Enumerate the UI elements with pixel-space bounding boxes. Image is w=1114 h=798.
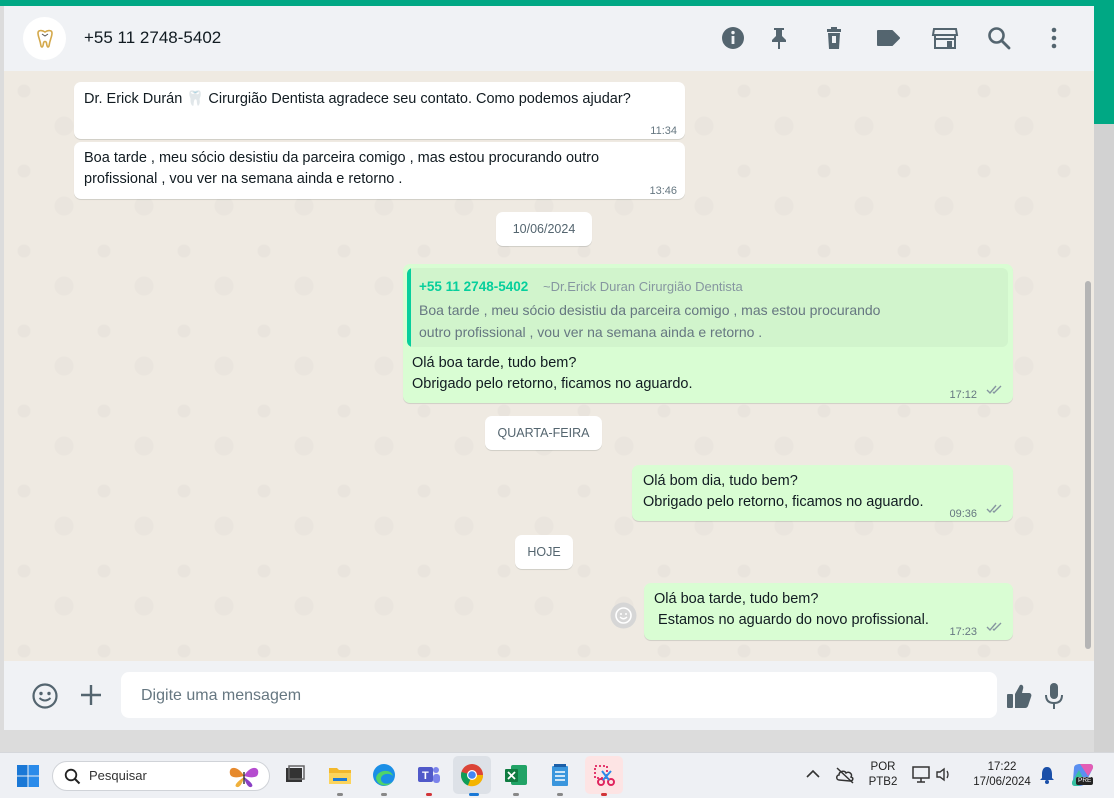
running-indicator	[469, 793, 479, 796]
message-text-line: Obrigado pelo retorno, ficamos no aguard…	[412, 376, 693, 392]
chat-scrollbar[interactable]	[1085, 281, 1091, 649]
window-right-edge	[1094, 124, 1114, 752]
edge-browser-icon[interactable]	[371, 762, 397, 788]
network-icon[interactable]	[912, 766, 930, 783]
message-text-line: Olá bom dia, tudo bem?	[643, 473, 798, 489]
quote-text-line: Boa tarde , meu sócio desistiu da parcei…	[419, 302, 881, 318]
message-time: 17:12	[949, 389, 977, 401]
attach-plus-icon[interactable]	[79, 683, 103, 707]
running-indicator	[337, 793, 343, 796]
svg-text:T: T	[422, 770, 429, 782]
quote-author-tag: ~Dr.Erick Duran Cirurgião Dentista	[543, 279, 743, 294]
message-text-line: Boa tarde , meu sócio desistiu da parcei…	[84, 150, 600, 166]
message-text: Dr. Erick Durán 🦷 Cirurgião Dentista agr…	[84, 91, 631, 107]
chat-messages[interactable]: Dr. Erick Durán 🦷 Cirurgião Dentista agr…	[4, 71, 1094, 661]
running-indicator	[601, 793, 607, 796]
message-text-line: Estamos no aguardo do novo profissional.	[654, 612, 929, 628]
date-divider: HOJE	[515, 535, 573, 569]
preview-badge: PRE	[1076, 777, 1094, 785]
store-icon[interactable]	[931, 25, 959, 51]
chevron-up-icon[interactable]	[806, 769, 820, 779]
quote-text-line: outro profissional , vou ver na semana a…	[419, 324, 763, 340]
taskbar-search-label: Pesquisar	[89, 768, 147, 783]
label-icon[interactable]	[875, 25, 901, 51]
thumbs-up-icon[interactable]	[1005, 682, 1033, 710]
running-indicator	[513, 793, 519, 796]
info-icon[interactable]	[720, 25, 746, 51]
message-time: 09:36	[949, 508, 977, 520]
message-time: 11:34	[650, 125, 677, 137]
message-outgoing-reply[interactable]: +55 11 2748-5402 ~Dr.Erick Duran Cirurgi…	[403, 264, 1013, 403]
message-time: 17:23	[949, 626, 977, 638]
tooth-logo-icon	[37, 29, 53, 48]
message-text-line: Obrigado pelo retorno, ficamos no aguard…	[643, 494, 924, 510]
pin-icon[interactable]	[766, 25, 792, 51]
notepad-icon[interactable]	[547, 762, 573, 788]
message-composer	[4, 661, 1094, 730]
quoted-message[interactable]: +55 11 2748-5402 ~Dr.Erick Duran Cirurgi…	[407, 268, 1008, 347]
message-incoming[interactable]: Boa tarde , meu sócio desistiu da parcei…	[74, 142, 685, 199]
task-view-icon[interactable]	[282, 762, 308, 788]
running-indicator	[426, 793, 432, 796]
message-text-line: profissional , vou ver na semana ainda e…	[84, 171, 403, 187]
window-right-accent	[1094, 6, 1114, 124]
chrome-browser-icon[interactable]	[459, 762, 485, 788]
message-outgoing[interactable]: Olá bom dia, tudo bem? Obrigado pelo ret…	[632, 465, 1013, 521]
taskbar-search-icon	[64, 768, 81, 785]
windows-taskbar: Pesquisar T POR PTB2 17:22 17/06/2024 PR…	[0, 752, 1114, 798]
onedrive-offline-icon[interactable]	[835, 766, 855, 784]
excel-icon[interactable]	[503, 762, 529, 788]
double-check-icon	[986, 504, 1002, 514]
file-explorer-icon[interactable]	[327, 762, 353, 788]
clock[interactable]: 17:22 17/06/2024	[962, 760, 1042, 790]
double-check-icon	[986, 622, 1002, 632]
snipping-tool-icon[interactable]	[591, 762, 617, 788]
reaction-emoji-icon[interactable]	[610, 602, 637, 629]
message-text-line: Olá boa tarde, tudo bem?	[412, 355, 577, 371]
double-check-icon	[986, 385, 1002, 395]
teams-icon[interactable]: T	[416, 762, 442, 788]
whatsapp-window: +55 11 2748-5402 Dr. Erick Durán 🦷 Cirur…	[4, 6, 1094, 730]
message-outgoing[interactable]: Olá boa tarde, tudo bem? Estamos no agua…	[644, 583, 1013, 640]
contact-avatar[interactable]	[23, 17, 66, 60]
windows-start-icon[interactable]	[16, 764, 40, 788]
date-divider: QUARTA-FEIRA	[485, 416, 602, 450]
clock-date: 17/06/2024	[973, 776, 1031, 788]
delete-icon[interactable]	[821, 25, 847, 51]
message-input-box	[121, 672, 997, 720]
chat-header: +55 11 2748-5402	[4, 6, 1094, 71]
copilot-button[interactable]: PRE	[1070, 762, 1096, 788]
microphone-icon[interactable]	[1044, 681, 1064, 711]
keyboard-language[interactable]: POR PTB2	[866, 760, 900, 790]
butterfly-icon	[229, 767, 259, 788]
keyboard-layout: PTB2	[868, 776, 898, 788]
taskbar-search[interactable]: Pesquisar	[52, 761, 270, 791]
volume-icon[interactable]	[935, 767, 953, 782]
notification-bell-icon[interactable]	[1039, 766, 1055, 784]
quote-accent-bar	[407, 268, 411, 347]
clock-time: 17:22	[987, 761, 1017, 773]
message-time: 13:46	[649, 185, 677, 197]
search-icon[interactable]	[986, 25, 1012, 51]
message-text-line: Olá boa tarde, tudo bem?	[654, 591, 819, 607]
running-indicator	[381, 793, 387, 796]
language-code: POR	[870, 761, 896, 773]
contact-name[interactable]: +55 11 2748-5402	[84, 28, 221, 48]
quote-author: +55 11 2748-5402	[419, 279, 529, 294]
date-divider: 10/06/2024	[496, 212, 592, 246]
message-incoming[interactable]: Dr. Erick Durán 🦷 Cirurgião Dentista agr…	[74, 82, 685, 139]
emoji-icon[interactable]	[31, 682, 59, 710]
message-input[interactable]	[139, 672, 983, 720]
menu-dots-icon[interactable]	[1041, 25, 1067, 51]
running-indicator	[557, 793, 563, 796]
